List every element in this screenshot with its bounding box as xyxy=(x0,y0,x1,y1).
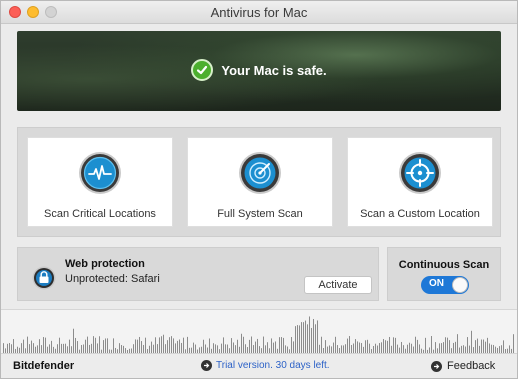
web-protection-title: Web protection xyxy=(65,258,145,270)
brand-logo: Bitdefender xyxy=(13,360,75,372)
app-window: Antivirus for Mac Your Mac is safe. Scan… xyxy=(0,0,518,379)
continuous-scan-title: Continuous Scan xyxy=(398,259,490,271)
feedback-label: Feedback xyxy=(447,360,496,372)
target-icon xyxy=(398,151,442,195)
title-bar: Antivirus for Mac xyxy=(1,1,517,24)
scan-critical-locations-button[interactable]: Scan Critical Locations xyxy=(27,137,173,227)
activity-graph-bars xyxy=(3,316,514,354)
full-system-scan-label: Full System Scan xyxy=(217,208,303,220)
status-message-group: Your Mac is safe. xyxy=(17,59,501,81)
toggle-state-label: ON xyxy=(429,278,444,289)
heartbeat-icon xyxy=(78,151,122,195)
window-title: Antivirus for Mac xyxy=(210,5,308,20)
web-protection-status: Unprotected: Safari xyxy=(65,273,160,285)
arrow-right-icon xyxy=(201,360,212,371)
continuous-scan-panel: Continuous Scan ON xyxy=(387,247,501,301)
scan-custom-location-label: Scan a Custom Location xyxy=(360,208,480,220)
scan-options-panel: Scan Critical Locations Full System Scan xyxy=(17,127,501,237)
full-system-scan-button[interactable]: Full System Scan xyxy=(187,137,333,227)
web-protection-panel: Web protection Unprotected: Safari Activ… xyxy=(17,247,379,301)
continuous-scan-toggle[interactable]: ON xyxy=(421,276,469,294)
feedback-button[interactable]: Feedback xyxy=(431,360,495,372)
trial-text: Trial version. 30 days left. xyxy=(216,360,330,371)
trial-link[interactable]: Trial version. 30 days left. xyxy=(201,360,330,371)
status-message: Your Mac is safe. xyxy=(221,62,327,78)
lock-icon xyxy=(32,266,56,290)
activity-graph xyxy=(1,309,517,354)
activate-button[interactable]: Activate xyxy=(304,276,372,294)
radar-icon xyxy=(238,151,282,195)
footer-bar: Bitdefender Trial version. 30 days left.… xyxy=(1,353,517,378)
scan-custom-location-button[interactable]: Scan a Custom Location xyxy=(347,137,493,227)
checkmark-icon xyxy=(191,59,214,81)
scan-critical-label: Scan Critical Locations xyxy=(44,208,156,220)
arrow-right-icon xyxy=(431,360,442,372)
toggle-knob xyxy=(452,277,468,293)
status-banner: Your Mac is safe. xyxy=(17,31,501,111)
